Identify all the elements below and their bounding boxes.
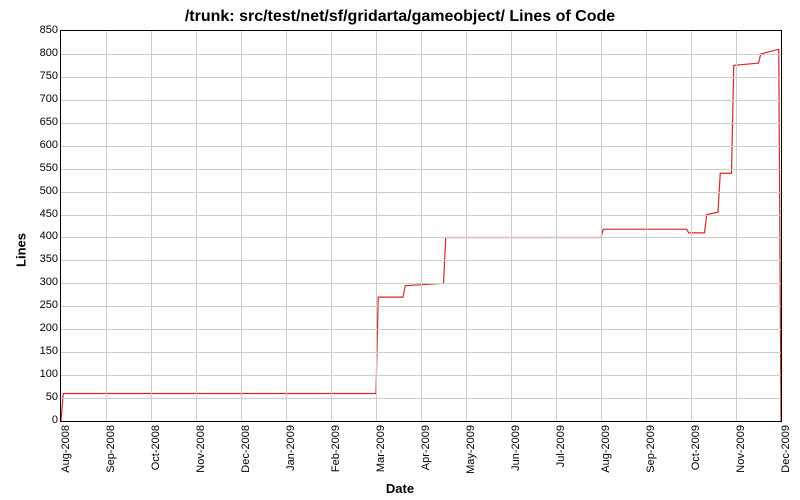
x-tick-label: Feb-2009 (330, 425, 342, 485)
gridline-v (556, 31, 557, 421)
plot-area (60, 30, 782, 422)
gridline-v (241, 31, 242, 421)
y-tick-label: 100 (23, 368, 58, 380)
x-tick-label: Oct-2008 (150, 425, 162, 485)
y-tick-label: 300 (23, 276, 58, 288)
y-tick-label: 550 (23, 162, 58, 174)
x-tick-label: Jul-2009 (555, 425, 567, 485)
gridline-v (511, 31, 512, 421)
y-tick-label: 250 (23, 299, 58, 311)
x-tick-label: Apr-2009 (420, 425, 432, 485)
x-tick-label: Nov-2008 (195, 425, 207, 485)
y-tick-label: 650 (23, 116, 58, 128)
x-tick-label: Aug-2008 (60, 425, 72, 485)
gridline-v (376, 31, 377, 421)
x-tick-label: Sep-2008 (105, 425, 117, 485)
gridline-v (106, 31, 107, 421)
x-tick-label: Nov-2009 (735, 425, 747, 485)
gridline-v (691, 31, 692, 421)
x-tick-label: Oct-2009 (690, 425, 702, 485)
y-tick-label: 600 (23, 139, 58, 151)
x-tick-label: May-2009 (465, 425, 477, 485)
gridline-v (601, 31, 602, 421)
y-tick-label: 700 (23, 93, 58, 105)
y-tick-label: 50 (23, 391, 58, 403)
y-tick-label: 150 (23, 345, 58, 357)
gridline-v (331, 31, 332, 421)
gridline-v (196, 31, 197, 421)
x-tick-label: Sep-2009 (645, 425, 657, 485)
gridline-v (421, 31, 422, 421)
y-tick-label: 450 (23, 208, 58, 220)
gridline-v (646, 31, 647, 421)
chart-title: /trunk: src/test/net/sf/gridarta/gameobj… (0, 8, 800, 26)
y-tick-label: 850 (23, 24, 58, 36)
gridline-v (286, 31, 287, 421)
x-tick-label: Dec-2008 (240, 425, 252, 485)
y-tick-label: 750 (23, 70, 58, 82)
y-tick-label: 350 (23, 253, 58, 265)
y-tick-label: 400 (23, 230, 58, 242)
x-tick-label: Mar-2009 (375, 425, 387, 485)
y-tick-label: 500 (23, 185, 58, 197)
chart-container: /trunk: src/test/net/sf/gridarta/gameobj… (0, 0, 800, 500)
x-axis-label: Date (0, 481, 800, 496)
x-tick-label: Jan-2009 (285, 425, 297, 485)
gridline-v (151, 31, 152, 421)
y-tick-label: 200 (23, 322, 58, 334)
y-tick-label: 800 (23, 47, 58, 59)
x-tick-label: Jun-2009 (510, 425, 522, 485)
x-tick-label: Aug-2009 (600, 425, 612, 485)
gridline-v (466, 31, 467, 421)
gridline-v (736, 31, 737, 421)
y-tick-label: 0 (23, 414, 58, 426)
x-tick-label: Dec-2009 (780, 425, 792, 485)
